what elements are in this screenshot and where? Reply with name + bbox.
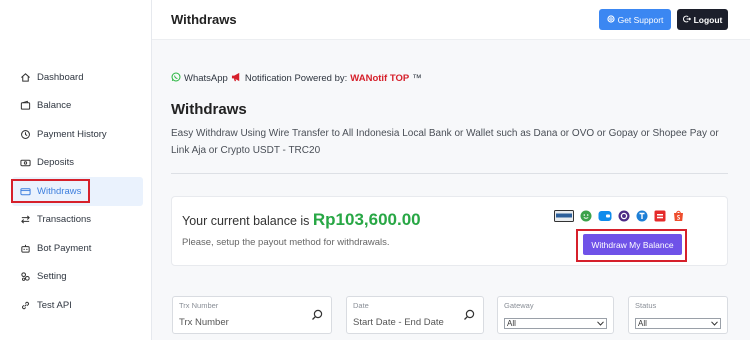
withdraw-my-balance-button[interactable]: Withdraw My Balance [583,234,682,255]
status-filter[interactable]: Status All [628,296,728,334]
sidebar-item-label: Transactions [37,214,92,226]
date-filter[interactable]: Date [346,296,484,334]
chevron-down-icon [597,319,604,328]
page-description: Easy Withdraw Using Wire Transfer to All… [171,128,719,156]
sidebar-item-deposits[interactable]: Deposits [12,149,143,178]
gateway-select-value: All [507,319,516,328]
transfer-arrows-icon [19,213,32,226]
home-icon [19,71,32,84]
date-label: Date [353,301,369,310]
link-icon [19,299,32,312]
bank-card-icon [554,209,574,227]
search-icon[interactable] [463,308,475,326]
main-content: Withdraws Get Support Logout WhatsApp No… [152,0,750,340]
gateway-label: Gateway [504,301,534,310]
megaphone-icon [231,72,242,85]
payment-methods [554,209,691,227]
logout-icon [682,15,691,25]
balance-subtext: Please, setup the payout method for with… [182,237,390,248]
sidebar-item-label: Payment History [37,128,107,140]
sidebar-item-label: Setting [37,271,67,283]
whatsapp-label: WhatsApp [184,73,228,84]
shopeepay-icon [672,209,685,227]
sidebar-nav: Dashboard Balance Payment History Deposi… [12,63,143,320]
search-icon[interactable] [311,308,323,326]
whatsapp-icon [171,72,181,85]
sidebar-item-transactions[interactable]: Transactions [12,206,143,235]
history-icon [19,128,32,141]
get-support-label: Get Support [617,14,664,25]
gopay-icon [580,209,592,227]
sidebar-item-label: Balance [37,100,72,112]
get-support-button[interactable]: Get Support [599,9,671,30]
sidebar-item-payment-history[interactable]: Payment History [12,120,143,149]
sidebar-item-balance[interactable]: Balance [12,92,143,121]
status-label: Status [635,301,657,310]
logout-button[interactable]: Logout [677,9,728,30]
sidebar-item-dashboard[interactable]: Dashboard [12,63,143,92]
notification-text: Notification Powered by: [244,73,348,84]
sidebar-item-setting[interactable]: Setting [12,263,143,292]
top-bar: Withdraws Get Support Logout [152,0,750,40]
gateway-filter[interactable]: Gateway All [497,296,614,334]
dana-icon [598,209,612,227]
balance-card: Your current balance is Rp103,600.00 Ple… [171,196,728,266]
sidebar: Dashboard Balance Payment History Deposi… [0,0,152,340]
date-range-input[interactable] [353,317,453,328]
trx-number-label: Trx Number [179,301,219,310]
trx-number-filter[interactable]: Trx Number [172,296,332,334]
logout-label: Logout [693,14,723,25]
bot-icon [19,242,32,255]
withdraw-icon [19,185,32,198]
page-title: Withdraws [171,101,247,118]
sidebar-item-label: Dashboard [37,71,84,83]
linkaja-icon [654,209,666,227]
balance-line: Your current balance is Rp103,600.00 [182,210,421,230]
page-header-title: Withdraws [171,12,237,27]
sidebar-item-label: Bot Payment [37,242,92,254]
tether-icon [636,209,648,227]
notification-banner: WhatsApp Notification Powered by: WANoti… [171,72,422,85]
sidebar-item-label: Test API [37,299,72,311]
settings-icon [19,270,32,283]
trx-number-input[interactable] [179,317,279,328]
gateway-select[interactable]: All [504,318,607,329]
support-icon [606,14,615,25]
deposit-icon [19,156,32,169]
status-select-value: All [638,319,647,328]
wanotif-brand-link[interactable]: WANotif TOP [350,73,409,84]
trademark-symbol: ™ [412,73,422,84]
ovo-icon [618,209,630,227]
sidebar-item-test-api[interactable]: Test API [12,291,143,320]
chevron-down-icon [711,319,718,328]
sidebar-item-label: Deposits [37,157,74,169]
sidebar-item-bot-payment[interactable]: Bot Payment [12,234,143,263]
balance-amount: Rp103,600.00 [312,210,421,229]
sidebar-item-label: Withdraws [37,185,82,197]
wallet-icon [19,99,32,112]
sidebar-item-withdraws[interactable]: Withdraws [12,177,143,206]
balance-label: Your current balance is [182,214,310,228]
divider [171,173,728,174]
status-select[interactable]: All [635,318,721,329]
